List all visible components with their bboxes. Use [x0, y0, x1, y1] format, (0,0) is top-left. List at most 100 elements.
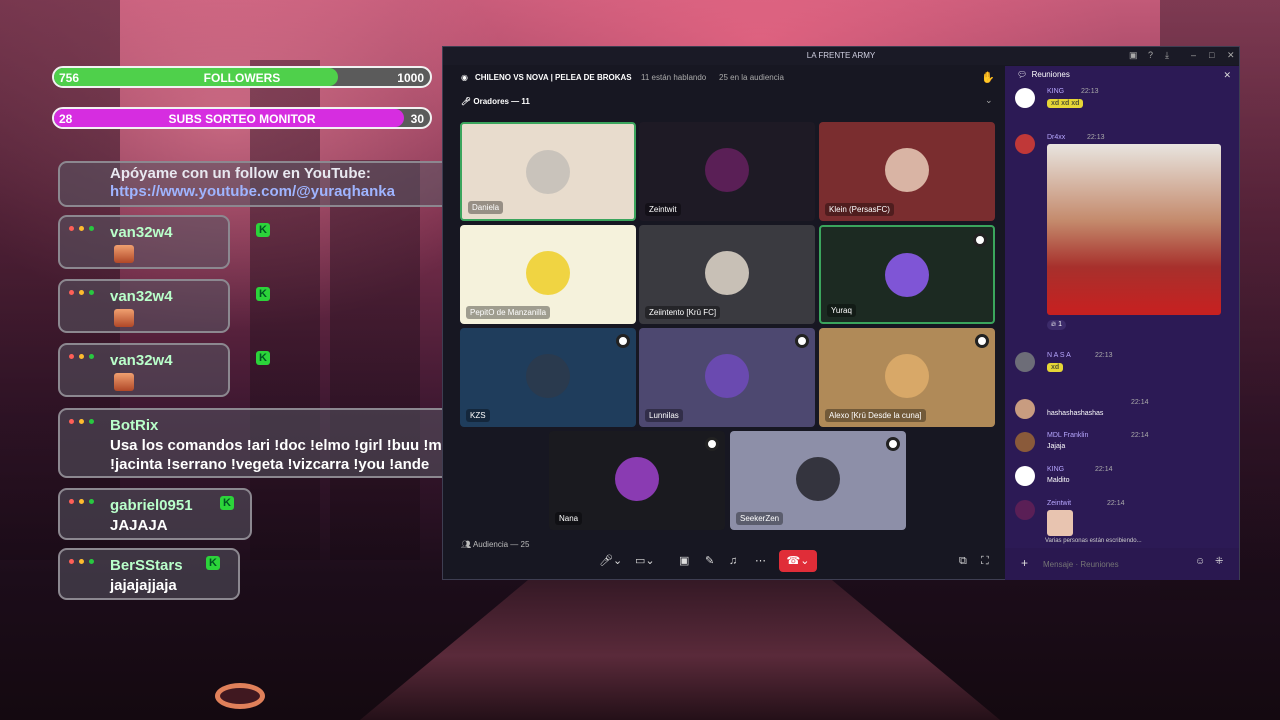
speaker-tile[interactable]: Klein (PersasFC)	[819, 122, 995, 221]
user-avatar	[1015, 399, 1035, 419]
window-dots	[69, 354, 94, 359]
chat-time: 22:13	[1087, 134, 1105, 141]
chat-text: xd xd xd	[1047, 99, 1084, 108]
speaker-tile[interactable]: PepitO de Manzanilla	[460, 225, 636, 324]
speaker-name: Yuraq	[827, 304, 856, 317]
chat-user: MDL Franklin	[1047, 432, 1089, 439]
speaking-count: 11 están hablando	[641, 73, 707, 82]
chat-text: xd	[1047, 363, 1064, 372]
pin-icon[interactable]	[795, 334, 809, 348]
shared-image[interactable]	[1047, 144, 1221, 315]
fullscreen-button[interactable]: ⛶	[981, 550, 989, 572]
reaction-chip[interactable]: 🔥︎ 1	[1047, 320, 1066, 330]
promo-line1: Apóyame con un follow en YouTube:	[110, 165, 371, 182]
subs-goal-bar: 28 SUBS SORTEO MONITOR 30	[52, 107, 432, 129]
sticker-image	[1047, 510, 1073, 536]
audience-label: Audiencia — 25	[472, 540, 530, 549]
chat-message: gabriel0951 K JAJAJA	[58, 488, 252, 540]
chat-user: KING	[1047, 466, 1065, 473]
maximize-button[interactable]: □	[1209, 50, 1214, 60]
reaction-count: 1	[1058, 321, 1062, 328]
typing-indicator: Varias personas están escribiendo...	[1045, 538, 1142, 544]
message-input[interactable]	[1043, 556, 1183, 572]
audience-header[interactable]: 👥︎ Audiencia — 25	[461, 540, 529, 549]
speaker-avatar	[526, 251, 570, 295]
speaker-tile[interactable]: Nana	[549, 431, 725, 530]
emote-icon	[114, 309, 134, 327]
ring-decoration	[215, 683, 265, 709]
subs-target: 30	[410, 112, 424, 126]
window-dots	[69, 226, 94, 231]
speaker-tile[interactable]: Zeintwit	[639, 122, 815, 221]
stage-icon: ◉	[461, 73, 468, 82]
add-attachment-icon[interactable]: +	[1021, 556, 1028, 570]
speaker-tile[interactable]: Yuraq	[819, 225, 995, 324]
speaker-name: Alexo [Krū Desde la cuna]	[825, 409, 926, 422]
chat-user: KING	[1047, 88, 1065, 95]
building	[250, 60, 320, 560]
chat-message: van32w4 K	[58, 343, 270, 397]
minimize-button[interactable]: –	[1191, 50, 1196, 60]
more-options-button[interactable]: ⋯	[755, 550, 766, 572]
stage-header: ◉ CHILENO VS NOVA | PELEA DE BROKAS 11 e…	[451, 67, 999, 89]
chat-message: BerSStars K jajajajjaja	[58, 548, 240, 600]
collapse-chevron-icon[interactable]: ⌄	[985, 95, 993, 106]
chat-bubble-icon: 💬︎	[1017, 70, 1028, 79]
chat-user: N A S A	[1047, 352, 1071, 359]
chat-text: Maldito	[1047, 477, 1070, 484]
screen-share-button[interactable]: ▣	[679, 550, 689, 572]
speaker-name: SeekerZen	[736, 512, 784, 525]
text-chat-panel: 💬︎ Reuniones ✕ KING 22:13 xd xd xd Dr4xx…	[1005, 66, 1239, 580]
speaker-tile[interactable]: SeekerZen	[730, 431, 906, 530]
emoji-button[interactable]: ☺	[1195, 556, 1205, 567]
close-window-button[interactable]: ✕	[1227, 50, 1235, 61]
speaker-avatar	[885, 253, 929, 297]
pin-icon[interactable]	[975, 334, 989, 348]
pin-icon[interactable]	[616, 334, 630, 348]
speaker-name: Zeintwit	[645, 203, 681, 216]
speakers-label: Oradores — 11	[473, 97, 530, 106]
apps-button[interactable]: ⁜	[1215, 556, 1223, 567]
activity-button[interactable]: ✎	[705, 550, 714, 572]
user-avatar	[1015, 134, 1035, 154]
chat-username: van32w4	[110, 352, 173, 369]
speaker-tile[interactable]: Lunnilas	[639, 328, 815, 427]
chat-text: JAJAJA	[110, 517, 168, 534]
panel-header: 💬︎ Reuniones	[1017, 70, 1070, 79]
promo-link[interactable]: https://www.youtube.com/@yuraqhanka	[110, 182, 395, 201]
speaker-avatar	[615, 457, 659, 501]
chat-text: hashashashashas	[1047, 410, 1104, 417]
chat-time: 22:14	[1131, 399, 1149, 406]
popout-button[interactable]: ⧉	[959, 550, 967, 572]
speaker-tile[interactable]: Daniela	[460, 122, 636, 221]
speaker-tile[interactable]: Alexo [Krū Desde la cuna]	[819, 328, 995, 427]
inbox-icon[interactable]: ▣	[1129, 50, 1138, 61]
kick-badge-icon: K	[206, 556, 220, 570]
speaker-name: Lunnilas	[645, 409, 683, 422]
chat-time: 22:13	[1081, 88, 1099, 95]
pin-icon[interactable]	[973, 233, 987, 247]
mic-button[interactable]: 🎤︎⌄	[599, 550, 622, 572]
emote-icon	[114, 373, 134, 391]
speaker-tile[interactable]: KZS	[460, 328, 636, 427]
followers-target: 1000	[397, 71, 424, 85]
chat-text: Usa los comandos !ari !doc !elmo !girl !…	[110, 437, 480, 454]
soundboard-button[interactable]: ♫	[729, 550, 737, 572]
stage-title: CHILENO VS NOVA | PELEA DE BROKAS	[475, 73, 632, 82]
speaker-avatar	[705, 251, 749, 295]
chat-message: van32w4 K	[58, 279, 270, 333]
download-icon[interactable]: ⤓	[1165, 50, 1169, 61]
help-icon[interactable]: ?	[1148, 50, 1153, 60]
pin-icon[interactable]	[886, 437, 900, 451]
chat-text: !jacinta !serrano !vegeta !vizcarra !you…	[110, 456, 430, 473]
leave-call-button[interactable]: ☎⌄	[779, 550, 817, 572]
user-avatar	[1015, 500, 1035, 520]
user-avatar	[1015, 432, 1035, 452]
pin-icon[interactable]	[705, 437, 719, 451]
close-panel-button[interactable]: ✕	[1223, 70, 1231, 81]
speaker-tile[interactable]: Zeiintento [Krū FC]	[639, 225, 815, 324]
speaker-avatar	[885, 354, 929, 398]
camera-button[interactable]: ▭⌄	[635, 550, 655, 572]
raise-hand-icon[interactable]: ✋	[981, 71, 995, 84]
speaker-name: Zeiintento [Krū FC]	[645, 306, 721, 319]
